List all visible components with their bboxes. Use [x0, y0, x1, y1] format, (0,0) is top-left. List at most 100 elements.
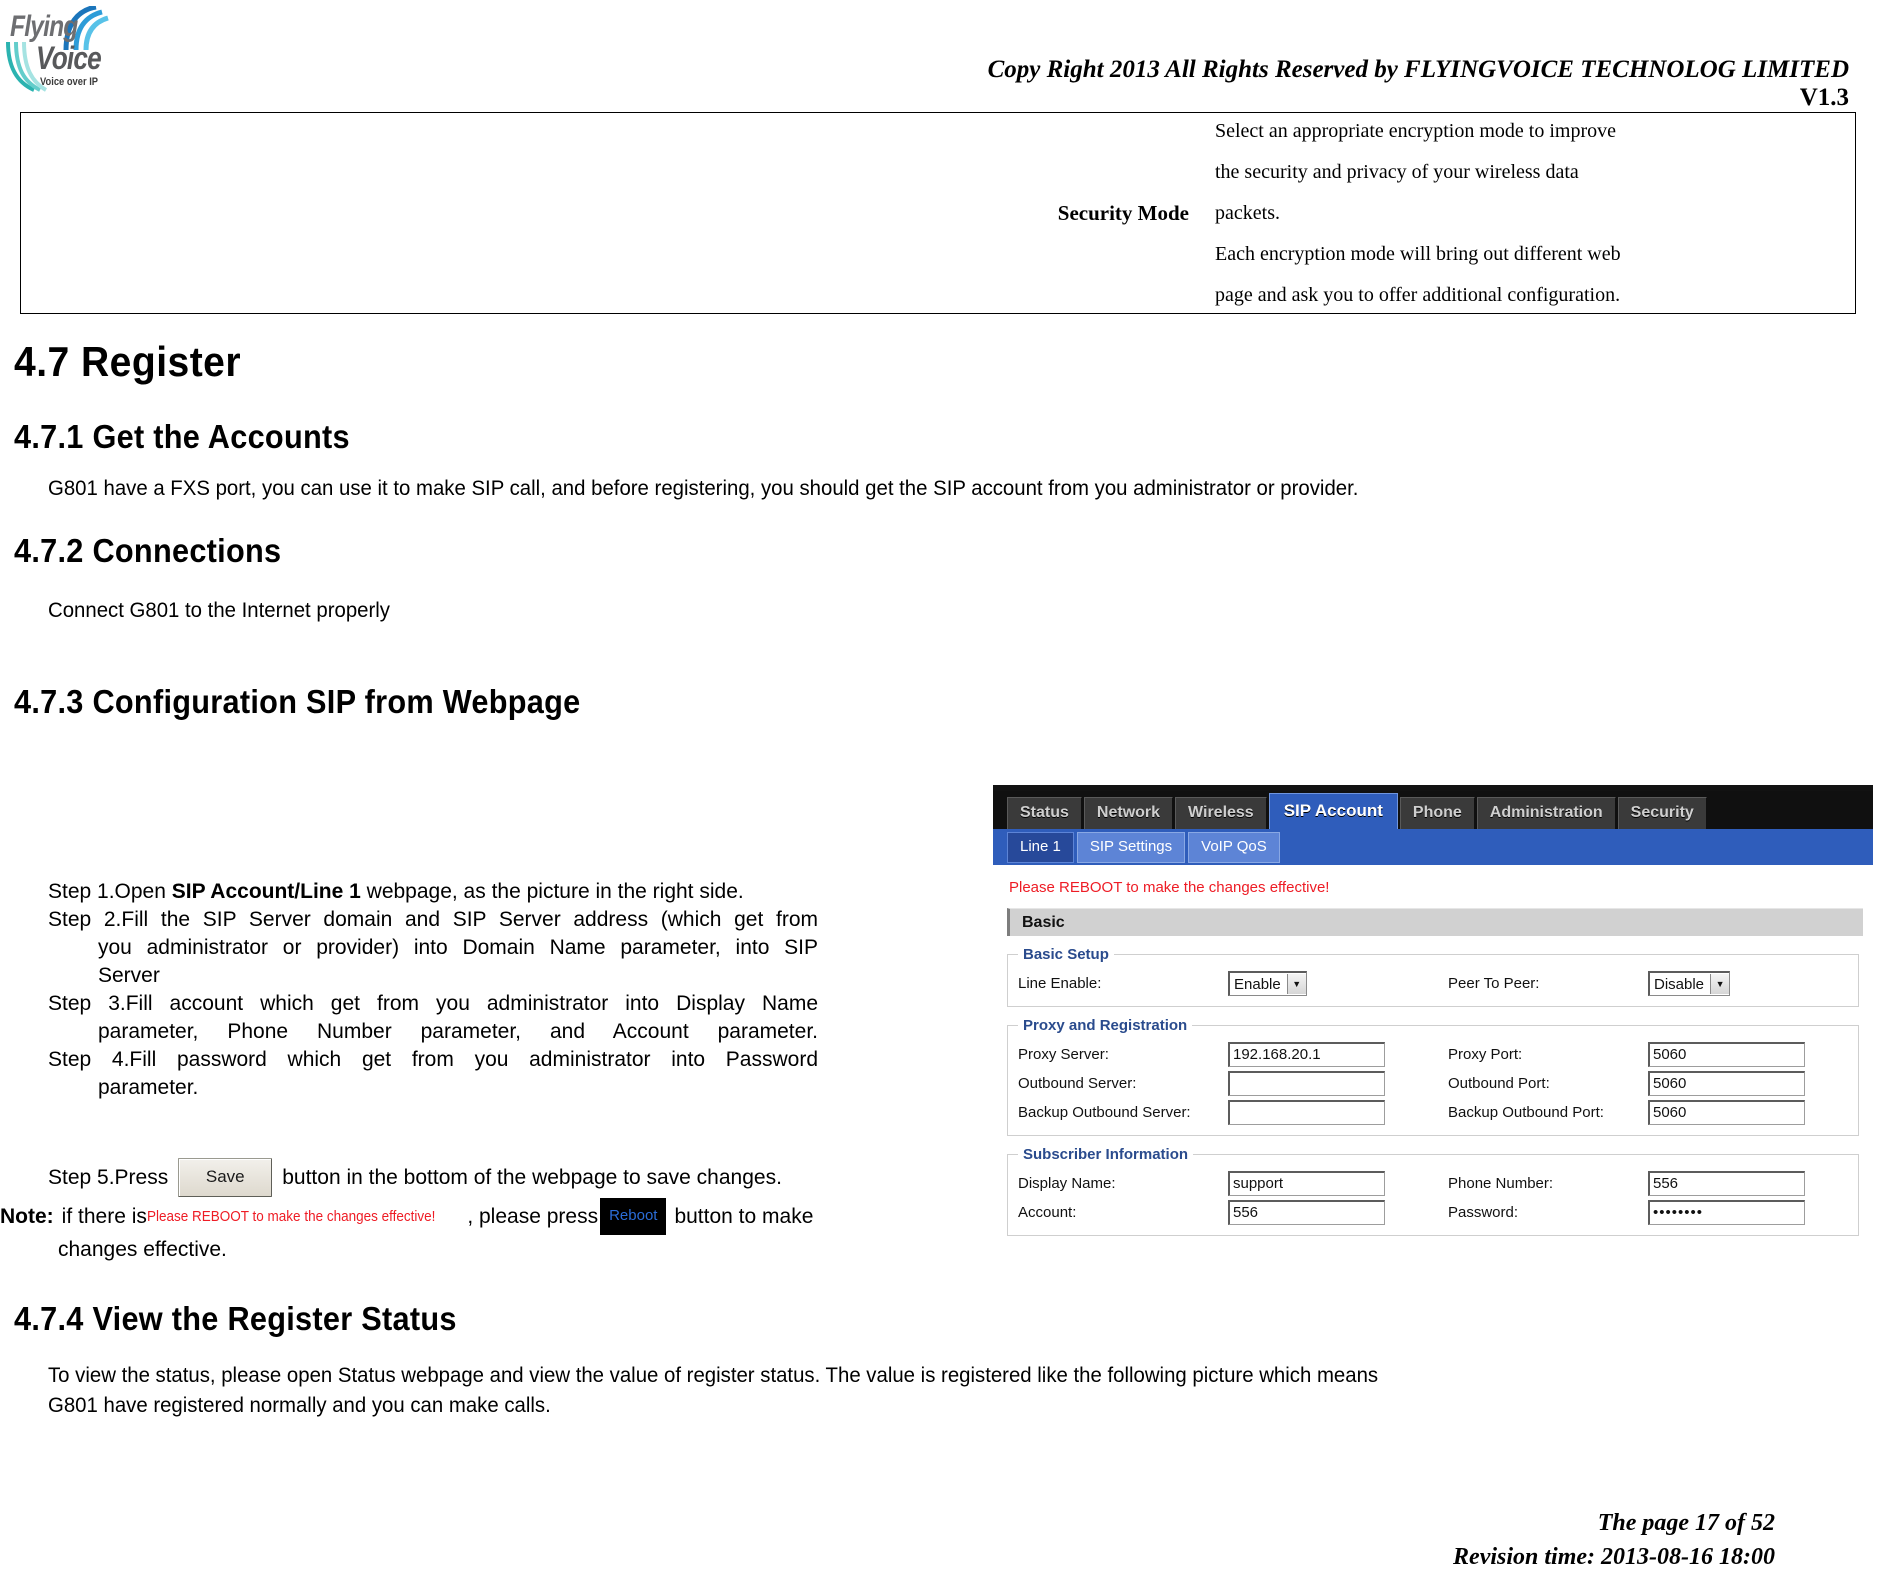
field-outbound-port: Outbound Port: — [1448, 1071, 1848, 1096]
note-text-a: if there is — [61, 1204, 147, 1228]
paragraph-4-7-2: Connect G801 to the Internet properly — [48, 599, 390, 622]
heading-4-7: 4.7 Register — [14, 338, 242, 385]
input-backup-outbound-port[interactable] — [1648, 1100, 1805, 1125]
page-footer: The page 17 of 52 Revision time: 2013-08… — [1453, 1506, 1775, 1574]
label-password: Password: — [1448, 1204, 1519, 1221]
sub-tab-voip-qos[interactable]: VoIP QoS — [1188, 831, 1280, 863]
nav-tab-sip-account[interactable]: SIP Account — [1268, 793, 1398, 829]
input-proxy-port[interactable] — [1648, 1042, 1805, 1067]
chevron-down-icon: ▼ — [1710, 974, 1730, 994]
heading-4-7-4: 4.7.4 View the Register Status — [14, 1300, 457, 1337]
nav-tab-security[interactable]: Security — [1617, 797, 1707, 829]
nav-tab-status[interactable]: Status — [1007, 797, 1082, 829]
logo-text-flying: Flying — [10, 10, 78, 43]
label-backup-outbound-port: Backup Outbound Port: — [1448, 1104, 1604, 1121]
form-row: Display Name: Phone Number: — [1018, 1169, 1848, 1198]
field-proxy-server: Proxy Server: — [1018, 1042, 1448, 1067]
step-1: Step 1.Open SIP Account/Line 1 webpage, … — [48, 878, 818, 906]
step-1-bold: SIP Account/Line 1 — [171, 880, 361, 903]
note-line-2: changes effective. — [58, 1238, 227, 1261]
desc-line: page and ask you to offer additional con… — [1215, 283, 1621, 306]
step-4-line-2: parameter. — [98, 1076, 199, 1099]
webui-panel-title: Basic — [1007, 908, 1863, 936]
label-proxy-server: Proxy Server: — [1018, 1046, 1109, 1063]
heading-4-7-1: 4.7.1 Get the Accounts — [14, 418, 350, 455]
field-outbound-server: Outbound Server: — [1018, 1071, 1448, 1096]
sub-tab-sip-settings[interactable]: SIP Settings — [1076, 831, 1186, 863]
step-1-part-c: webpage, as the picture in the right sid… — [360, 880, 744, 903]
parameter-table: Security Mode Select an appropriate encr… — [20, 112, 1856, 314]
input-proxy-server[interactable] — [1228, 1042, 1385, 1067]
input-backup-outbound-server[interactable] — [1228, 1100, 1385, 1125]
label-proxy-port: Proxy Port: — [1448, 1046, 1523, 1063]
nav-tab-wireless[interactable]: Wireless — [1175, 797, 1267, 829]
parameter-name-cell: Security Mode — [1057, 200, 1189, 225]
note-label: Note: — [0, 1204, 54, 1228]
paragraph-4-7-1: G801 have a FXS port, you can use it to … — [48, 477, 1359, 500]
nav-tab-phone[interactable]: Phone — [1399, 797, 1475, 829]
note-text-b: , please press — [467, 1204, 599, 1228]
note-text-c: button to make — [674, 1204, 814, 1228]
note-line-1: Note: if there is Please REBOOT to make … — [0, 1198, 820, 1235]
chevron-down-icon: ▼ — [1286, 974, 1306, 994]
group-basic-setup: Basic Setup Line Enable: Enable ▼ Peer T… — [1007, 946, 1859, 1007]
paragraph-4-7-4-line-2: G801 have registered normally and you ca… — [48, 1394, 551, 1417]
webui-sub-nav: Line 1 SIP Settings VoIP QoS — [993, 829, 1873, 865]
parameter-description-cell: Select an appropriate encryption mode to… — [1201, 111, 1855, 316]
label-line-enable: Line Enable: — [1018, 975, 1102, 992]
version-line: V1.3 — [1799, 84, 1849, 111]
webui-reboot-notice: Please REBOOT to make the changes effect… — [1009, 879, 1330, 896]
input-phone-number[interactable] — [1648, 1171, 1805, 1196]
step-4-line-1: Step 4.Fill password which get from you … — [48, 1048, 818, 1071]
field-account: Account: — [1018, 1200, 1448, 1225]
form-row: Proxy Server: Proxy Port: — [1018, 1040, 1848, 1069]
footer-page-number: The page 17 of 52 — [1597, 1510, 1775, 1536]
label-peer-to-peer: Peer To Peer: — [1448, 975, 1540, 992]
step-1-part-a: Step 1.Open — [48, 880, 172, 903]
reboot-button[interactable]: Reboot — [600, 1198, 667, 1235]
step-5-part-a: Step 5.Press — [48, 1165, 169, 1189]
input-outbound-server[interactable] — [1228, 1071, 1385, 1096]
desc-line: the security and privacy of your wireles… — [1215, 160, 1579, 183]
step-2-line-2: you administrator or provider) into Doma… — [98, 936, 818, 959]
sub-tab-line-1[interactable]: Line 1 — [1007, 831, 1074, 863]
nav-tab-network[interactable]: Network — [1083, 797, 1174, 829]
select-line-enable[interactable]: Enable ▼ — [1228, 971, 1307, 996]
paragraph-4-7-4-line-1: To view the status, please open Status w… — [48, 1364, 1379, 1387]
field-password: Password: — [1448, 1200, 1848, 1225]
label-backup-outbound-server: Backup Outbound Server: — [1018, 1104, 1191, 1121]
steps-list: Step 1.Open SIP Account/Line 1 webpage, … — [48, 878, 818, 1102]
legend-proxy-registration: Proxy and Registration — [1023, 1017, 1188, 1034]
step-5-part-b: button in the bottom of the webpage to s… — [282, 1165, 782, 1189]
legend-subscriber-information: Subscriber Information — [1023, 1146, 1189, 1163]
desc-line: Select an appropriate encryption mode to… — [1215, 119, 1616, 142]
page-header: Flying Voice Voice over IP Copy Right 20… — [0, 0, 1879, 112]
field-display-name: Display Name: — [1018, 1171, 1448, 1196]
field-peer-to-peer: Peer To Peer: Disable ▼ — [1448, 971, 1848, 996]
webui-main-nav: Status Network Wireless SIP Account Phon… — [993, 791, 1873, 829]
input-outbound-port[interactable] — [1648, 1071, 1805, 1096]
label-phone-number: Phone Number: — [1448, 1175, 1554, 1192]
table-row: Security Mode Select an appropriate encr… — [21, 113, 1855, 313]
webui-content: Please REBOOT to make the changes effect… — [993, 865, 1873, 1340]
select-line-enable-value: Enable — [1234, 975, 1281, 993]
desc-line: packets. — [1215, 201, 1280, 224]
copyright-line: Copy Right 2013 All Rights Reserved by F… — [987, 56, 1849, 83]
select-peer-to-peer-value: Disable — [1654, 975, 1705, 993]
heading-4-7-3: 4.7.3 Configuration SIP from Webpage — [14, 683, 581, 720]
input-display-name[interactable] — [1228, 1171, 1385, 1196]
input-password[interactable] — [1648, 1200, 1805, 1225]
select-peer-to-peer[interactable]: Disable ▼ — [1648, 971, 1731, 996]
step-3-line-2: parameter, Phone Number parameter, and A… — [98, 1020, 818, 1043]
nav-tab-administration[interactable]: Administration — [1476, 797, 1616, 829]
desc-line: Each encryption mode will bring out diff… — [1215, 242, 1621, 265]
field-proxy-port: Proxy Port: — [1448, 1042, 1848, 1067]
form-row: Line Enable: Enable ▼ Peer To Peer: Disa… — [1018, 969, 1848, 998]
footer-revision-time: Revision time: 2013-08-16 18:00 — [1453, 1544, 1775, 1570]
form-row: Outbound Server: Outbound Port: — [1018, 1069, 1848, 1098]
reboot-notice-red-text: Please REBOOT to make the changes effect… — [146, 1207, 436, 1225]
group-subscriber-information: Subscriber Information Display Name: Pho… — [1007, 1146, 1859, 1236]
field-backup-outbound-port: Backup Outbound Port: — [1448, 1100, 1848, 1125]
save-button[interactable]: Save — [178, 1158, 273, 1197]
input-account[interactable] — [1228, 1200, 1385, 1225]
